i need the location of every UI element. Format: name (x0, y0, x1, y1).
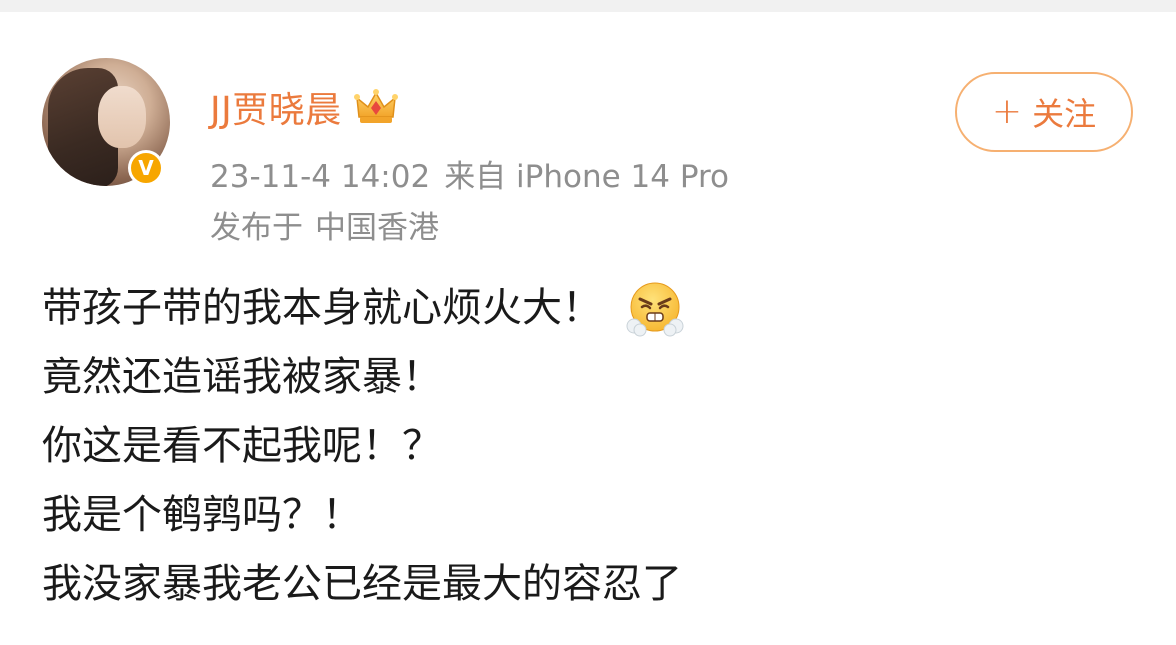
avatar-face (98, 86, 146, 148)
username[interactable]: JJ贾晓晨 (210, 81, 342, 133)
post-meta: 23-11-4 14:02 来自 iPhone 14 Pro (210, 151, 729, 196)
plus-icon: + (991, 91, 1023, 132)
location-prefix: 发布于 (210, 210, 303, 246)
angry-face-icon (626, 282, 684, 336)
post-time: 23-11-4 14:02 (210, 159, 431, 195)
weibo-post: V JJ贾晓晨 23-11-4 14:02 来自 iPhone 14 Pro 发布… (0, 12, 1176, 645)
content-line-text: 你这是看不起我呢！？ (42, 423, 442, 469)
content-line: 带孩子带的我本身就心烦火大！ (42, 274, 1142, 343)
content-line-text: 竟然还造谣我被家暴！ (42, 354, 442, 400)
content-line: 竟然还造谣我被家暴！ (42, 343, 1142, 412)
content-line: 我是个鹌鹑吗？！ (42, 481, 1142, 550)
top-divider (0, 0, 1176, 12)
content-line: 你这是看不起我呢！？ (42, 412, 1142, 481)
post-source: 来自 iPhone 14 Pro (444, 159, 730, 195)
post-content: 带孩子带的我本身就心烦火大！ 竟然还造谣我被家暴！ 你这是看不起我呢！？ 我是个… (42, 274, 1142, 619)
verified-badge-icon: V (128, 150, 164, 186)
content-line-text: 我是个鹌鹑吗？！ (42, 492, 362, 538)
content-line-text: 我没家暴我老公已经是最大的容忍了 (42, 561, 682, 607)
follow-button[interactable]: + 关注 (955, 72, 1133, 152)
post-location: 发布于 中国香港 (210, 202, 439, 247)
content-line-text: 带孩子带的我本身就心烦火大！ (42, 285, 602, 331)
username-row: JJ贾晓晨 (210, 82, 398, 132)
follow-label: 关注 (1032, 95, 1097, 133)
content-line: 我没家暴我老公已经是最大的容忍了 (42, 550, 1142, 619)
location-name: 中国香港 (315, 210, 439, 246)
crown-icon (353, 89, 398, 123)
